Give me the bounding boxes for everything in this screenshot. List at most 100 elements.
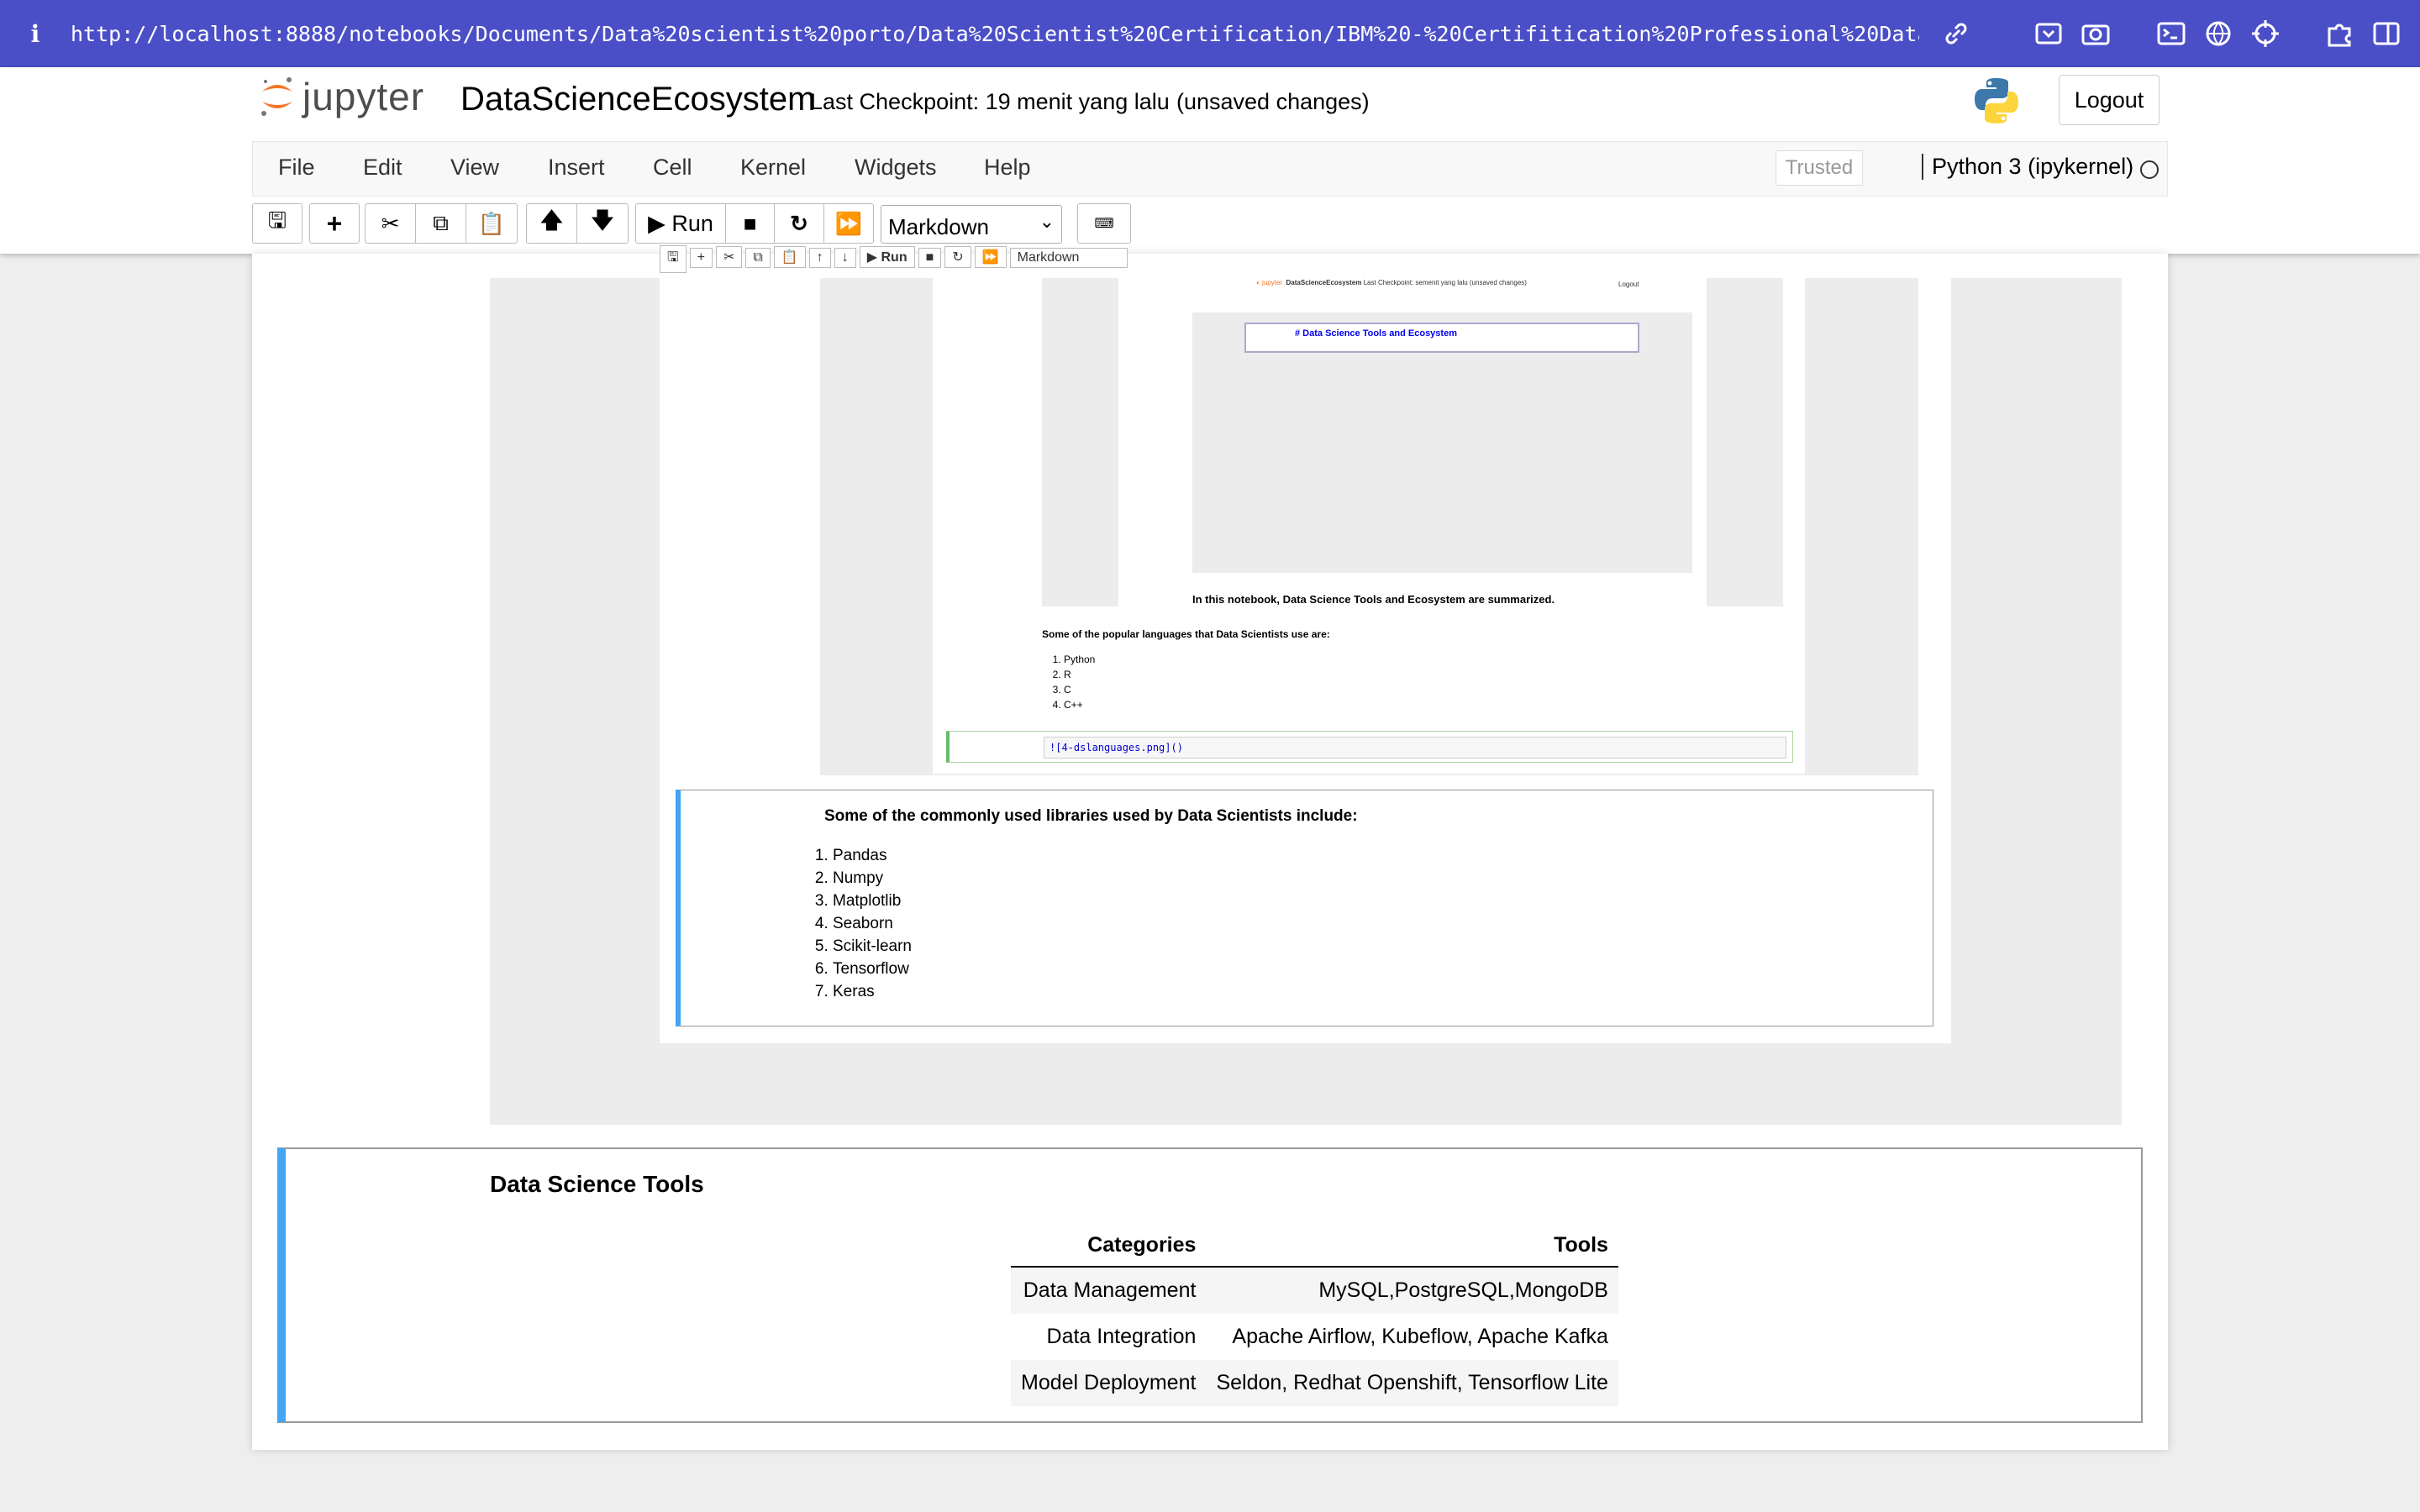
jupyter-logo-icon: [261, 77, 292, 116]
embedded-mini-title: ◐ jupyter DataScienceEcosystem Last Chec…: [1256, 279, 1527, 286]
toolbar-run-group: ▶ Run ■ ↻ ⏩: [635, 203, 874, 244]
copy-icon[interactable]: ⧉: [416, 204, 466, 243]
column-header: Tools: [1206, 1225, 1618, 1268]
camera-icon[interactable]: [2081, 18, 2111, 49]
menu-kernel[interactable]: Kernel: [740, 155, 806, 181]
cell-type-value: Markdown: [888, 214, 989, 239]
library-item: Tensorflow: [833, 958, 912, 980]
libraries-heading: Some of the commonly used libraries used…: [824, 807, 1358, 825]
embedded-code-input: ![4-dslanguages.png](): [1044, 737, 1786, 759]
embedded-intro: In this notebook, Data Science Tools and…: [1192, 593, 1555, 606]
embedded-code-cell: ![4-dslanguages.png](): [946, 731, 1793, 763]
menu-bar: File Edit View Insert Cell Kernel Widget…: [252, 141, 2168, 197]
table-cell: Data Management: [1011, 1267, 1207, 1314]
extensions-icon[interactable]: [2324, 18, 2354, 49]
embedded-up-icon: ↑: [808, 248, 831, 268]
table-cell: Apache Airflow, Kubeflow, Apache Kafka: [1232, 1325, 1608, 1348]
table-row: Data Integration Apache Airflow, Kubeflow…: [1011, 1314, 1618, 1360]
library-item: Matplotlib: [833, 890, 912, 912]
menu-cell[interactable]: Cell: [653, 155, 692, 181]
menu-widgets[interactable]: Widgets: [855, 155, 937, 181]
play-icon: ▶: [648, 210, 672, 236]
embedded-copy-icon: ⧉: [745, 248, 771, 268]
column-header: Categories: [1011, 1225, 1207, 1268]
toolbar-insert-group: +: [309, 203, 360, 244]
embedded-ff-icon: ⏩: [974, 246, 1007, 268]
embedded-lang-item: C: [1064, 682, 1095, 697]
table-cell: Model Deployment: [1011, 1360, 1207, 1406]
toolbar-move-group: 🡅 🡇: [526, 203, 629, 244]
embedded-add-icon: +: [689, 248, 713, 268]
library-item: Seaborn: [833, 912, 912, 935]
run-label: Run: [671, 210, 713, 236]
tools-heading: Data Science Tools: [490, 1171, 704, 1197]
jupyter-logo[interactable]: jupyter: [259, 74, 424, 119]
embedded-langs-heading: Some of the popular languages that Data …: [1042, 628, 1330, 640]
toolbar-edit-group: ✂ ⧉ 📋: [365, 203, 518, 244]
move-down-icon[interactable]: 🡇: [577, 204, 628, 243]
table-cell: MySQL,PostgreSQL,MongoDB: [1206, 1267, 1618, 1314]
notebook-title[interactable]: DataScienceEcosystem: [460, 81, 815, 118]
info-icon[interactable]: i: [0, 20, 71, 48]
checkpoint-status: Last Checkpoint: 19 menit yang lalu: [810, 89, 1170, 114]
kernel-status-icon: [2140, 160, 2159, 179]
keyboard-icon[interactable]: ⌨: [1077, 203, 1131, 244]
menu-file[interactable]: File: [278, 155, 315, 181]
paste-icon[interactable]: 📋: [466, 204, 517, 243]
menu-insert[interactable]: Insert: [548, 155, 605, 181]
table-cell: Seldon, Redhat Openshift, Tensorflow Lit…: [1206, 1360, 1618, 1406]
tools-table: Categories Tools Data Management MySQL,Po…: [1011, 1225, 1618, 1406]
embedded-paste-icon: 📋: [773, 246, 806, 268]
embedded-lang-item: C++: [1064, 697, 1095, 712]
embedded-run-button: ▶ Run: [859, 246, 915, 268]
globe-icon[interactable]: [2203, 18, 2233, 49]
embedded-celltype: Markdown: [1009, 248, 1128, 268]
toolbar-save-group: 🖫: [252, 203, 302, 244]
library-item: Keras: [833, 980, 912, 1003]
library-item: Scikit-learn: [833, 935, 912, 958]
menu-view[interactable]: View: [450, 155, 499, 181]
embedded-lang-item: Python: [1064, 652, 1095, 667]
menu-help[interactable]: Help: [984, 155, 1031, 181]
crosshair-icon[interactable]: [2250, 18, 2281, 49]
embedded-stop-icon: ■: [918, 248, 942, 268]
run-button[interactable]: ▶ Run: [636, 204, 726, 243]
table-row: Data Management MySQL,PostgreSQL,MongoDB: [1011, 1267, 1618, 1314]
insert-cell-icon[interactable]: +: [310, 204, 359, 243]
libraries-list: Pandas Numpy Matplotlib Seaborn Scikit-l…: [833, 844, 912, 1003]
embedded-lang-item: R: [1064, 667, 1095, 682]
embedded-cut-icon: ✂: [715, 246, 743, 268]
address-bar: i http://localhost:8888/notebooks/Docume…: [0, 0, 2420, 67]
kernel-name[interactable]: Python 3 (ipykernel): [1922, 154, 2133, 180]
table-cell: Data Integration: [1046, 1325, 1197, 1348]
library-item: Numpy: [833, 867, 912, 890]
table-row: Model Deployment Seldon, Redhat Openshift…: [1011, 1360, 1618, 1406]
menu-edit[interactable]: Edit: [363, 155, 402, 181]
embedded-langs-list: Python R C C++: [1064, 652, 1095, 712]
fast-forward-icon[interactable]: ⏩: [824, 204, 873, 243]
stop-icon[interactable]: ■: [726, 204, 776, 243]
screen-capture-icon[interactable]: [2033, 18, 2064, 49]
embedded-restart-icon: ↻: [944, 246, 971, 268]
jupyter-wordmark: jupyter: [302, 75, 425, 118]
sidebar-icon[interactable]: [2371, 18, 2402, 49]
libraries-cell: Some of the commonly used libraries used…: [676, 790, 1933, 1026]
library-item: Pandas: [833, 844, 912, 867]
embedded-toolbar: 🖫 + ✂ ⧉ 📋 ↑ ↓ ▶ Run ■ ↻ ⏩ Markdown: [660, 245, 1248, 273]
save-icon[interactable]: 🖫: [253, 204, 302, 243]
cut-icon[interactable]: ✂: [366, 204, 416, 243]
embedded-save-icon: 🖫: [660, 245, 687, 273]
cell-type-select[interactable]: Markdown ⌄: [881, 205, 1062, 244]
link-icon[interactable]: [1941, 18, 1971, 49]
python-logo-icon: [1975, 78, 2018, 123]
url-field[interactable]: http://localhost:8888/notebooks/Document…: [71, 22, 1919, 46]
chevron-down-icon: ⌄: [1039, 211, 1055, 232]
logout-button[interactable]: Logout: [2059, 75, 2160, 125]
restart-icon[interactable]: ↻: [775, 204, 824, 243]
move-up-icon[interactable]: 🡅: [527, 204, 577, 243]
embedded-heading-cell: # Data Science Tools and Ecosystem: [1244, 323, 1639, 353]
embedded-down-icon: ↓: [834, 248, 856, 268]
terminal-icon[interactable]: [2156, 18, 2186, 49]
tools-cell[interactable]: Data Science Tools Categories Tools Data…: [277, 1147, 2143, 1423]
trusted-badge[interactable]: Trusted: [1776, 150, 1863, 186]
